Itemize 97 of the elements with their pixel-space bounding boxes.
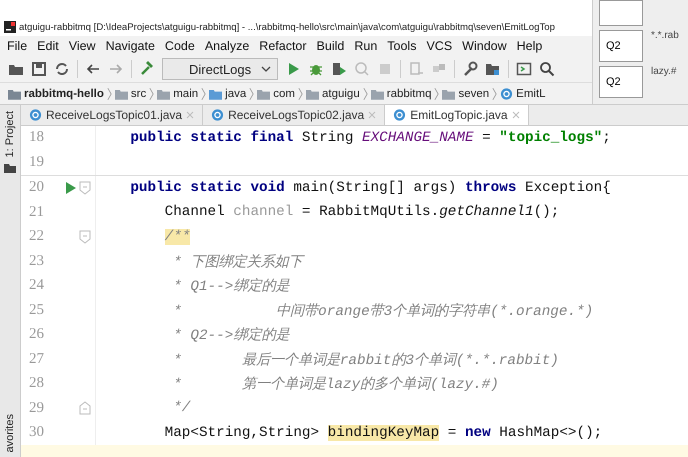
chevron-icon <box>106 86 112 100</box>
folder-icon <box>370 88 384 100</box>
wrench-icon[interactable] <box>462 61 478 77</box>
line-number: 24 <box>28 277 45 294</box>
tab-label: ReceiveLogsTopic01.java <box>46 108 182 122</box>
class-icon <box>29 108 42 121</box>
app-logo-icon <box>4 21 16 33</box>
breadcrumb-item[interactable]: com <box>273 88 295 100</box>
line-number: 28 <box>28 375 45 392</box>
chevron-icon <box>298 86 303 100</box>
routing-key-cell: lazy.# <box>651 66 676 77</box>
breadcrumb-item[interactable]: java <box>225 88 246 100</box>
queue-field[interactable]: Q2 <box>599 30 643 62</box>
line-number: 29 <box>28 400 45 417</box>
close-icon[interactable] <box>512 110 520 119</box>
breadcrumb-item[interactable]: seven <box>458 88 490 100</box>
tab-label: EmitLogTopic.java <box>410 108 508 122</box>
hammer-icon[interactable] <box>139 61 155 77</box>
editor-tab[interactable]: ReceiveLogsTopic01.java <box>21 105 204 124</box>
line-number: 18 <box>28 129 45 146</box>
class-icon <box>500 88 514 100</box>
code-line: */ <box>172 400 190 416</box>
code-line: public static void main(String[] args) throws Exception{ <box>129 180 611 196</box>
project-tool-tab[interactable]: 1: Project <box>4 111 16 158</box>
routing-key-cell: *.*.rab <box>651 30 679 41</box>
window-title: atguigu-rabbitmq [D:\IdeaProjects\atguigu-rabbitmq] - ...\rabbitmq-hello\src\main\java\com\atguigu\rabbitmq\seven\EmitLogTop <box>19 22 555 32</box>
line-number: 25 <box>28 302 45 319</box>
line-number: 22 <box>28 228 45 246</box>
menu-item[interactable]: Tools <box>382 39 422 53</box>
line-number: 23 <box>28 252 45 270</box>
code-line: Map<String,String> bindingKeyMap = new HashMap<>(); <box>164 424 602 441</box>
chevron-icon <box>249 86 254 100</box>
line-number: 30 <box>28 424 45 442</box>
menu-item[interactable]: VCS <box>421 39 458 53</box>
code-line: public static final String EXCHANGE_NAME = "topic_logs"; <box>129 130 611 146</box>
code-editor[interactable] <box>21 126 688 457</box>
run-icon[interactable] <box>65 180 77 195</box>
menu-item[interactable]: Navigate <box>100 39 160 53</box>
search-icon[interactable] <box>539 61 556 77</box>
code-line: * Q1-->绑定的是 <box>172 277 290 296</box>
menu-item[interactable]: Code <box>160 39 200 53</box>
class-icon <box>211 108 224 121</box>
chevron-icon <box>149 86 154 100</box>
favorites-tool-tab[interactable]: avorites <box>4 414 16 453</box>
chevron-icon <box>362 86 368 100</box>
fold-icon[interactable] <box>79 230 91 244</box>
chevron-icon <box>201 86 206 100</box>
code-line: * 第一个单词是lazy的多个单词(lazy.#) <box>172 375 499 394</box>
menu-item[interactable]: Help <box>512 39 548 53</box>
menu-item[interactable]: Window <box>457 39 512 53</box>
folder-icon <box>306 88 319 100</box>
menu-item[interactable]: Refactor <box>254 39 312 53</box>
breadcrumb-item[interactable]: rabbitmq-hello <box>24 88 104 100</box>
project-structure-icon[interactable] <box>485 61 502 77</box>
folder-icon <box>257 88 270 100</box>
folder-icon <box>8 88 21 100</box>
breadcrumb-item[interactable]: rabbitmq <box>386 88 432 100</box>
chevron-icon <box>434 86 440 100</box>
breadcrumb-item[interactable]: src <box>130 88 146 100</box>
fold-icon[interactable] <box>79 180 91 195</box>
folder-icon <box>114 88 128 100</box>
line-number: 21 <box>28 204 45 221</box>
menu-item[interactable]: Analyze <box>200 39 254 53</box>
menu-item[interactable]: File <box>2 39 32 53</box>
terminal-icon[interactable] <box>516 61 532 77</box>
code-line: * 下图绑定关系如下 <box>96 252 302 271</box>
chevron-icon <box>492 86 498 100</box>
sync-icon[interactable] <box>54 61 70 77</box>
code-line: * Q2-->绑定的是 <box>172 326 290 344</box>
caret-icon <box>261 66 272 72</box>
table-cell <box>599 0 643 26</box>
editor-tab[interactable]: EmitLogTopic.java <box>385 105 529 124</box>
code-line: * 中间带orange带3个单词的字符串(*.orange.*) <box>172 302 594 320</box>
code-line: Channel channel = RabbitMqUtils.getChannel1(); <box>164 204 560 220</box>
line-number: 20 <box>28 179 45 196</box>
coverage-icon[interactable] <box>331 61 348 77</box>
line-number: 27 <box>28 350 45 368</box>
breadcrumb-item[interactable]: atguigu <box>322 88 360 100</box>
menu-item[interactable]: View <box>64 39 101 53</box>
save-icon[interactable] <box>31 61 47 77</box>
folder-icon[interactable] <box>4 163 16 174</box>
breadcrumb-item[interactable]: main <box>173 88 198 100</box>
folder-icon <box>209 88 222 100</box>
folder-icon <box>442 88 456 100</box>
run-config-dropdown[interactable]: DirectLogs <box>162 58 278 80</box>
line-number: 19 <box>28 154 45 171</box>
line-number: 26 <box>28 326 45 344</box>
code-line: * 最后一个单词是rabbit的3个单词(*.*.rabbit) <box>172 351 559 369</box>
folder-icon <box>157 88 170 100</box>
class-icon <box>393 108 406 121</box>
breadcrumb-item[interactable]: EmitL <box>516 88 546 100</box>
queue-field[interactable]: Q2 <box>599 66 643 98</box>
menu-item[interactable]: Run <box>349 39 382 53</box>
tab-label: ReceiveLogsTopic02.java <box>228 108 364 122</box>
fold-icon[interactable] <box>79 401 91 416</box>
menu-item[interactable]: Edit <box>32 39 64 53</box>
menu-item[interactable]: Build <box>312 39 350 53</box>
